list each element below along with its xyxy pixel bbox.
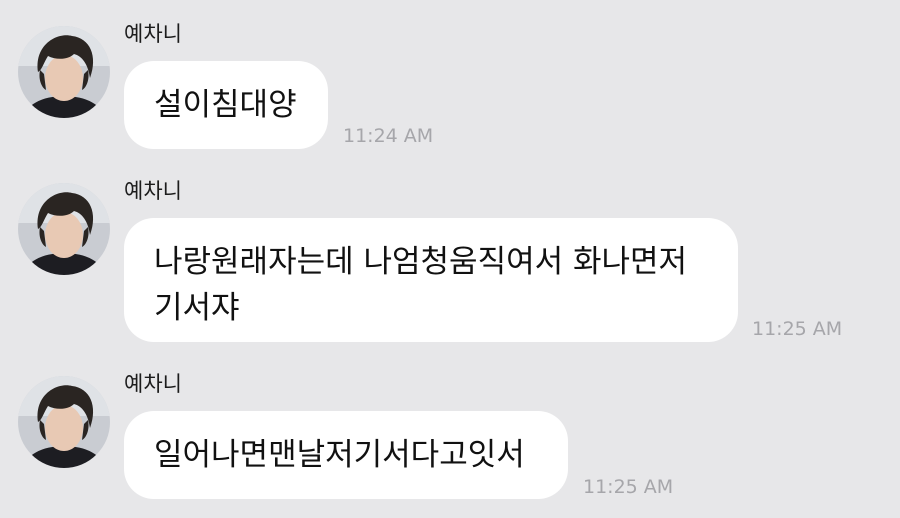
message-bubble[interactable]: 나랑원래자는데 나엄청움직여서 화나면저 기서쟈: [124, 218, 738, 342]
message-text-line: 설이침대양: [154, 87, 297, 123]
sender-name: 예차니: [124, 372, 182, 396]
profile-photo-icon: [18, 26, 110, 118]
message-text-line: 기서쟈: [154, 290, 240, 326]
sender-name: 예차니: [124, 22, 182, 46]
profile-photo-icon: [18, 183, 110, 275]
timestamp: 11:25 AM: [752, 318, 843, 340]
avatar[interactable]: [18, 376, 110, 468]
message-text-line: 나랑원래자는데 나엄청움직여서 화나면저: [154, 244, 688, 280]
avatar[interactable]: [18, 183, 110, 275]
sender-name: 예차니: [124, 179, 182, 203]
message-text-line: 일어나면맨날저기서다고잇서: [154, 437, 525, 473]
message-bubble[interactable]: 일어나면맨날저기서다고잇서: [124, 411, 568, 499]
message-bubble[interactable]: 설이침대양: [124, 61, 328, 149]
profile-photo-icon: [18, 376, 110, 468]
avatar[interactable]: [18, 26, 110, 118]
timestamp: 11:25 AM: [583, 476, 674, 498]
timestamp: 11:24 AM: [343, 125, 434, 147]
